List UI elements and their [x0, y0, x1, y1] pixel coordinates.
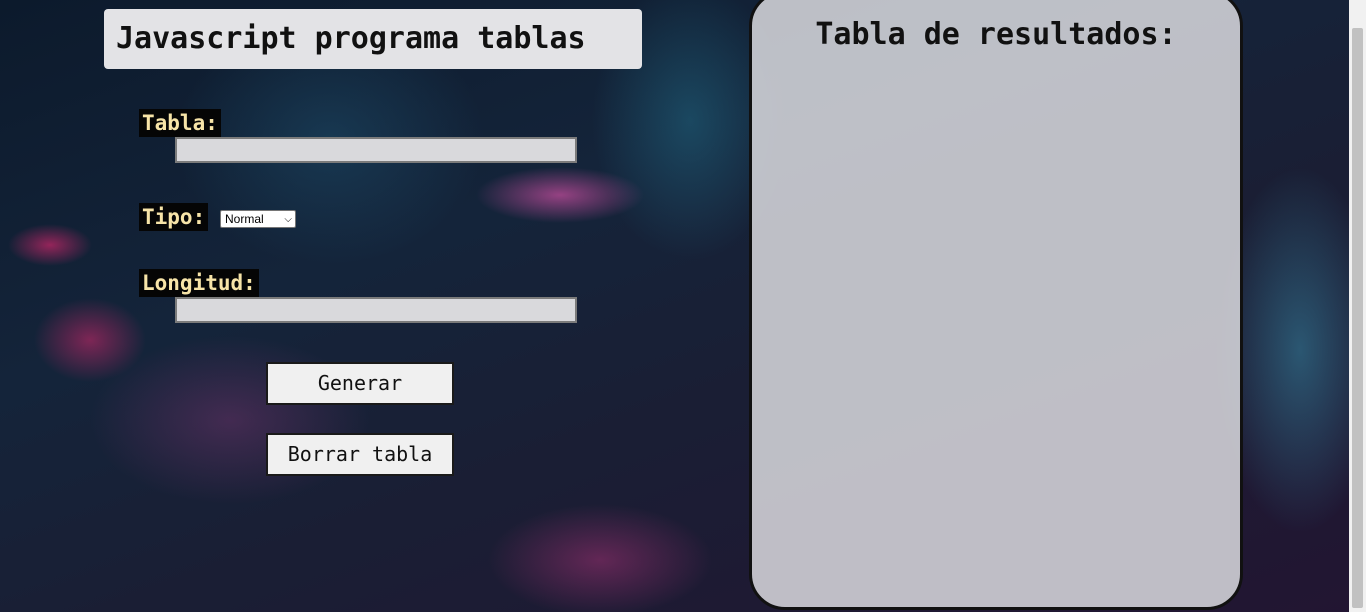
page-title: Javascript programa tablas	[104, 9, 642, 69]
longitud-input[interactable]	[175, 297, 577, 323]
tipo-selected-value: Normal	[225, 212, 264, 226]
borrar-tabla-button[interactable]: Borrar tabla	[266, 433, 454, 476]
longitud-label: Longitud:	[139, 269, 259, 297]
scrollbar-thumb[interactable]	[1352, 28, 1363, 608]
tabla-label: Tabla:	[139, 109, 221, 137]
vertical-scrollbar[interactable]	[1349, 0, 1366, 612]
tipo-select[interactable]: Normal ⌵	[220, 210, 296, 228]
results-panel: Tabla de resultados:	[749, 0, 1243, 610]
chevron-down-icon: ⌵	[284, 214, 292, 225]
tabla-input[interactable]	[175, 137, 577, 163]
tipo-label: Tipo:	[139, 203, 209, 231]
generar-button[interactable]: Generar	[266, 362, 454, 405]
results-title: Tabla de resultados:	[815, 17, 1177, 52]
